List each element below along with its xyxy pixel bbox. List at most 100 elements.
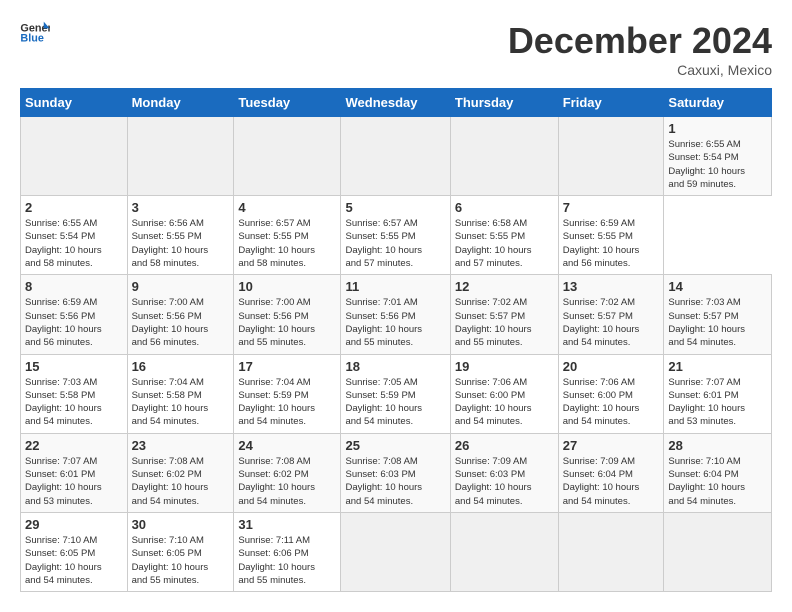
- col-tuesday: Tuesday: [234, 89, 341, 117]
- day-number: 25: [345, 438, 445, 453]
- col-wednesday: Wednesday: [341, 89, 450, 117]
- table-cell: 4Sunrise: 6:57 AM Sunset: 5:55 PM Daylig…: [234, 196, 341, 275]
- day-number: 7: [563, 200, 660, 215]
- day-info: Sunrise: 7:03 AM Sunset: 5:58 PM Dayligh…: [25, 376, 123, 429]
- table-cell: 9Sunrise: 7:00 AM Sunset: 5:56 PM Daylig…: [127, 275, 234, 354]
- svg-text:Blue: Blue: [20, 33, 43, 45]
- day-number: 30: [132, 517, 230, 532]
- day-number: 15: [25, 359, 123, 374]
- table-cell: 17Sunrise: 7:04 AM Sunset: 5:59 PM Dayli…: [234, 354, 341, 433]
- day-info: Sunrise: 6:59 AM Sunset: 5:56 PM Dayligh…: [25, 296, 123, 349]
- day-number: 11: [345, 279, 445, 294]
- day-number: 23: [132, 438, 230, 453]
- day-number: 16: [132, 359, 230, 374]
- day-info: Sunrise: 6:55 AM Sunset: 5:54 PM Dayligh…: [25, 217, 123, 270]
- day-number: 9: [132, 279, 230, 294]
- day-info: Sunrise: 7:06 AM Sunset: 6:00 PM Dayligh…: [563, 376, 660, 429]
- table-cell: 25 Sunrise: 7:08 AM Sunset: 6:03 PM Dayli…: [341, 433, 450, 512]
- table-cell: 14 Sunrise: 7:03 AM Sunset: 5:57 PM Dayli…: [664, 275, 772, 354]
- day-number: 26: [455, 438, 554, 453]
- day-number: 3: [132, 200, 230, 215]
- day-info: Sunrise: 7:02 AM Sunset: 5:57 PM Dayligh…: [563, 296, 660, 349]
- day-number: 24: [238, 438, 336, 453]
- day-number: 22: [25, 438, 123, 453]
- col-thursday: Thursday: [450, 89, 558, 117]
- day-number: 1: [668, 121, 767, 136]
- table-cell: 28Sunrise: 7:10 AM Sunset: 6:04 PM Dayli…: [664, 433, 772, 512]
- calendar-row: 29 Sunrise: 7:10 AM Sunset: 6:05 PM Dayli…: [21, 512, 772, 591]
- table-cell: [664, 512, 772, 591]
- day-info: Sunrise: 7:10 AM Sunset: 6:04 PM Dayligh…: [668, 455, 767, 508]
- header-row: Sunday Monday Tuesday Wednesday Thursday…: [21, 89, 772, 117]
- day-info: Sunrise: 7:00 AM Sunset: 5:56 PM Dayligh…: [238, 296, 336, 349]
- table-cell: [127, 117, 234, 196]
- day-info: Sunrise: 6:56 AM Sunset: 5:55 PM Dayligh…: [132, 217, 230, 270]
- title-area: December 2024 Caxuxi, Mexico: [508, 20, 772, 78]
- day-number: 2: [25, 200, 123, 215]
- table-cell: 26 Sunrise: 7:09 AM Sunset: 6:03 PM Dayli…: [450, 433, 558, 512]
- day-number: 29: [25, 517, 123, 532]
- table-cell: [558, 117, 664, 196]
- table-cell: 15 Sunrise: 7:03 AM Sunset: 5:58 PM Dayli…: [21, 354, 128, 433]
- day-info: Sunrise: 6:57 AM Sunset: 5:55 PM Dayligh…: [345, 217, 445, 270]
- table-cell: 2 Sunrise: 6:55 AM Sunset: 5:54 PM Daylig…: [21, 196, 128, 275]
- month-title: December 2024: [508, 20, 772, 62]
- day-number: 6: [455, 200, 554, 215]
- day-info: Sunrise: 7:02 AM Sunset: 5:57 PM Dayligh…: [455, 296, 554, 349]
- calendar-row: 8 Sunrise: 6:59 AM Sunset: 5:56 PM Daylig…: [21, 275, 772, 354]
- calendar-row: 15 Sunrise: 7:03 AM Sunset: 5:58 PM Dayli…: [21, 354, 772, 433]
- day-number: 8: [25, 279, 123, 294]
- day-info: Sunrise: 7:09 AM Sunset: 6:04 PM Dayligh…: [563, 455, 660, 508]
- page-header: General Blue December 2024 Caxuxi, Mexic…: [20, 20, 772, 78]
- table-cell: 5Sunrise: 6:57 AM Sunset: 5:55 PM Daylig…: [341, 196, 450, 275]
- day-info: Sunrise: 7:03 AM Sunset: 5:57 PM Dayligh…: [668, 296, 767, 349]
- day-info: Sunrise: 6:58 AM Sunset: 5:55 PM Dayligh…: [455, 217, 554, 270]
- table-cell: [450, 117, 558, 196]
- table-cell: 29 Sunrise: 7:10 AM Sunset: 6:05 PM Dayli…: [21, 512, 128, 591]
- col-saturday: Saturday: [664, 89, 772, 117]
- day-info: Sunrise: 7:08 AM Sunset: 6:02 PM Dayligh…: [132, 455, 230, 508]
- day-number: 10: [238, 279, 336, 294]
- col-friday: Friday: [558, 89, 664, 117]
- day-number: 21: [668, 359, 767, 374]
- table-cell: 24Sunrise: 7:08 AM Sunset: 6:02 PM Dayli…: [234, 433, 341, 512]
- day-info: Sunrise: 6:57 AM Sunset: 5:55 PM Dayligh…: [238, 217, 336, 270]
- table-cell: 13 Sunrise: 7:02 AM Sunset: 5:57 PM Dayli…: [558, 275, 664, 354]
- day-info: Sunrise: 7:09 AM Sunset: 6:03 PM Dayligh…: [455, 455, 554, 508]
- day-info: Sunrise: 7:06 AM Sunset: 6:00 PM Dayligh…: [455, 376, 554, 429]
- table-cell: 1Sunrise: 6:55 AM Sunset: 5:54 PM Daylig…: [664, 117, 772, 196]
- calendar-body: 1 Sunrise: 6:55 AM Sunset: 5:54 PM Daylig…: [21, 117, 772, 592]
- table-cell: 8 Sunrise: 6:59 AM Sunset: 5:56 PM Daylig…: [21, 275, 128, 354]
- day-number: 18: [345, 359, 445, 374]
- day-number: 19: [455, 359, 554, 374]
- day-info: Sunrise: 7:01 AM Sunset: 5:56 PM Dayligh…: [345, 296, 445, 349]
- table-cell: 22Sunrise: 7:07 AM Sunset: 6:01 PM Dayli…: [21, 433, 128, 512]
- table-cell: [341, 117, 450, 196]
- table-cell: 7Sunrise: 6:59 AM Sunset: 5:55 PM Daylig…: [558, 196, 664, 275]
- day-number: 27: [563, 438, 660, 453]
- day-info: Sunrise: 7:08 AM Sunset: 6:03 PM Dayligh…: [345, 455, 445, 508]
- table-cell: 23 Sunrise: 7:08 AM Sunset: 6:02 PM Dayli…: [127, 433, 234, 512]
- table-cell: 6 Sunrise: 6:58 AM Sunset: 5:55 PM Daylig…: [450, 196, 558, 275]
- logo: General Blue: [20, 20, 50, 45]
- table-cell: [450, 512, 558, 591]
- table-cell: 27 Sunrise: 7:09 AM Sunset: 6:04 PM Dayli…: [558, 433, 664, 512]
- table-cell: 16Sunrise: 7:04 AM Sunset: 5:58 PM Dayli…: [127, 354, 234, 433]
- table-cell: 18 Sunrise: 7:05 AM Sunset: 5:59 PM Dayli…: [341, 354, 450, 433]
- day-info: Sunrise: 7:05 AM Sunset: 5:59 PM Dayligh…: [345, 376, 445, 429]
- day-number: 12: [455, 279, 554, 294]
- day-info: Sunrise: 7:11 AM Sunset: 6:06 PM Dayligh…: [238, 534, 336, 587]
- day-number: 14: [668, 279, 767, 294]
- table-cell: [21, 117, 128, 196]
- day-info: Sunrise: 7:10 AM Sunset: 6:05 PM Dayligh…: [25, 534, 123, 587]
- day-number: 31: [238, 517, 336, 532]
- col-sunday: Sunday: [21, 89, 128, 117]
- day-number: 13: [563, 279, 660, 294]
- calendar-table: Sunday Monday Tuesday Wednesday Thursday…: [20, 88, 772, 592]
- day-number: 17: [238, 359, 336, 374]
- day-info: Sunrise: 7:10 AM Sunset: 6:05 PM Dayligh…: [132, 534, 230, 587]
- table-cell: 20Sunrise: 7:06 AM Sunset: 6:00 PM Dayli…: [558, 354, 664, 433]
- table-cell: [234, 117, 341, 196]
- table-cell: 30 Sunrise: 7:10 AM Sunset: 6:05 PM Dayli…: [127, 512, 234, 591]
- table-cell: 3 Sunrise: 6:56 AM Sunset: 5:55 PM Daylig…: [127, 196, 234, 275]
